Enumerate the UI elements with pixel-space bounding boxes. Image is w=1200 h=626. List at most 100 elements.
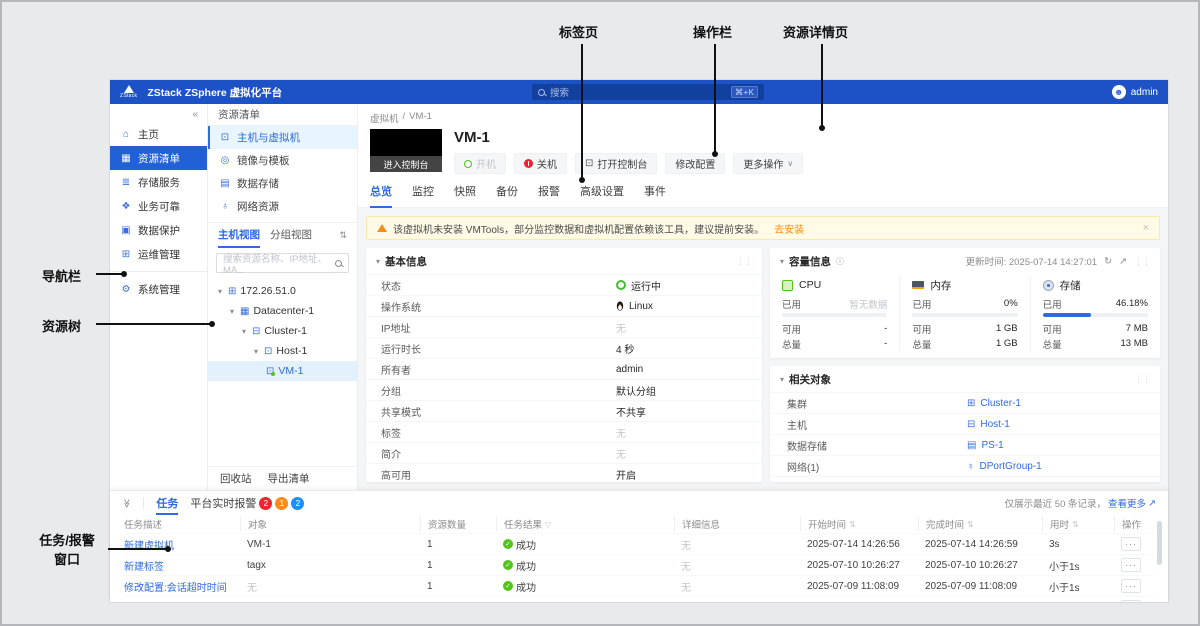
tab-overview[interactable]: 总览 [370, 183, 392, 208]
datastore-link[interactable]: PS-1 [981, 440, 1003, 451]
tab-platform-alarms[interactable]: 平台实时报警 2 1 2 [190, 495, 304, 511]
task-duration: 小于1s [1042, 558, 1114, 573]
drag-handle-icon[interactable]: ⋮⋮ [1134, 374, 1150, 385]
sidebar-item-storage[interactable]: ≣存储服务 [110, 170, 207, 194]
close-icon[interactable]: × [1143, 222, 1149, 234]
sidebar-item-system[interactable]: ⚙系统管理 [110, 277, 207, 301]
user-menu[interactable]: ☻ admin [1112, 85, 1158, 99]
enter-console-button[interactable]: 进入控制台 [370, 156, 442, 172]
tab-advanced[interactable]: 高级设置 [580, 183, 624, 207]
cluster-link[interactable]: Cluster-1 [980, 398, 1021, 409]
sort-icon[interactable]: ⇅ [1072, 520, 1079, 529]
drag-handle-icon[interactable]: ⋮⋮ [736, 256, 752, 267]
collapse-caret-icon[interactable]: ▾ [780, 375, 784, 384]
card-title: 相关对象 [789, 372, 831, 387]
export-list-link[interactable]: 导出清单 [268, 471, 310, 486]
col-object: 对象 [240, 517, 420, 531]
tree-node-cluster[interactable]: ▾⊟Cluster-1 [208, 321, 357, 341]
collapse-caret-icon[interactable]: ▾ [780, 257, 784, 266]
annotation-tab-page: 标签页 [559, 22, 598, 41]
power-on-button[interactable]: 开机 [454, 153, 506, 174]
resource-panel-footer: 回收站 导出清单 [208, 466, 357, 490]
sidebar-item-resources[interactable]: ▦资源清单 [110, 146, 207, 170]
scrollbar[interactable] [1157, 521, 1162, 565]
tab-alarm[interactable]: 报警 [538, 183, 560, 207]
username: admin [1131, 87, 1158, 98]
col-detail: 详细信息 [674, 517, 800, 531]
datacenter-icon: ▦ [240, 306, 249, 317]
tree-node-vm[interactable]: ⊡VM-1 [208, 361, 357, 381]
tab-host-view[interactable]: 主机视图 [218, 223, 260, 248]
capacity-cpu: CPU 已用暂无数据 可用- 总量- [770, 276, 899, 351]
tree-search-input[interactable]: 搜索资源名称、IP地址、MA... [216, 253, 349, 273]
metric-name: CPU [799, 279, 821, 291]
resource-item-datastore[interactable]: ▤数据存储 [208, 172, 357, 195]
tab-snapshot[interactable]: 快照 [454, 183, 476, 207]
vm-header: 进入控制台 VM-1 开机 关机 ⊡打开控制台 修改配置 更多操作∨ [358, 129, 1168, 174]
info-row: 状态运行中 [366, 274, 762, 295]
recycle-bin-link[interactable]: 回收站 [220, 471, 252, 486]
sidebar-collapse-button[interactable]: « [110, 106, 207, 122]
capacity-card: ▾ 容量信息 ⓘ 更新时间: 2025-07-14 14:27:01 ↻ ↗ ⋮… [770, 248, 1160, 358]
breadcrumb-parent[interactable]: 虚拟机 [370, 111, 399, 125]
resource-item-images[interactable]: ◎镜像与模板 [208, 149, 357, 172]
tab-events[interactable]: 事件 [644, 183, 666, 207]
resource-item-label: 镜像与模板 [237, 153, 290, 168]
tree-expand-icon[interactable]: ▾ [240, 327, 248, 336]
tree-expand-icon[interactable]: ▾ [252, 347, 260, 356]
status-text: 运行中 [631, 278, 661, 293]
tree-node-host[interactable]: ▾⊡Host-1 [208, 341, 357, 361]
external-link-icon[interactable]: ↗ [1148, 498, 1156, 509]
tree-expand-icon[interactable]: ▾ [216, 287, 224, 296]
task-desc-link[interactable]: 修改配置:会话超时时间 [124, 579, 240, 594]
filter-icon[interactable]: ▽ [545, 520, 551, 529]
sort-icon[interactable]: ⇅ [967, 520, 974, 529]
row-more-button[interactable]: ··· [1121, 537, 1141, 551]
sidebar-item-data-protect[interactable]: ▣数据保护 [110, 218, 207, 242]
tree-expand-icon[interactable]: ▾ [228, 307, 236, 316]
task-detail: 无 [674, 537, 800, 552]
sidebar-item-business[interactable]: ❖业务可靠 [110, 194, 207, 218]
task-desc-link[interactable]: 新建标签 [124, 558, 240, 573]
sidebar-item-home[interactable]: ⌂主页 [110, 122, 207, 146]
search-shortcut-badge: ⌘+K [731, 86, 758, 98]
resource-item-hosts-vms[interactable]: ⊡主机与虚拟机 [208, 126, 357, 149]
network-link[interactable]: DPortGroup-1 [980, 461, 1042, 472]
drag-handle-icon[interactable]: ⋮⋮ [1134, 256, 1150, 267]
sidebar-item-ops[interactable]: ⊞运维管理 [110, 242, 207, 266]
more-actions-button[interactable]: 更多操作∨ [733, 153, 803, 174]
tab-monitoring[interactable]: 监控 [412, 183, 434, 207]
sort-icon[interactable]: ⇅ [849, 520, 856, 529]
annotation-text: 任务/报警 [28, 532, 106, 551]
tree-node-datacenter[interactable]: ▾▦Datacenter-1 [208, 301, 357, 321]
zsphere-window: ZStack ZStack ZSphere 虚拟化平台 搜索 ⌘+K ☻ adm… [110, 80, 1168, 602]
task-count: 1 [420, 560, 496, 571]
host-link[interactable]: Host-1 [980, 419, 1009, 430]
row-more-button[interactable]: ··· [1121, 558, 1141, 572]
used-value: 46.18% [1116, 298, 1148, 309]
tree-node-vcenter[interactable]: ▾⊞172.26.51.0 [208, 281, 357, 301]
info-alarm-badge: 2 [291, 497, 304, 510]
open-console-button[interactable]: ⊡打开控制台 [575, 153, 657, 174]
refresh-icon[interactable]: ↻ [1104, 256, 1112, 267]
task-desc-link[interactable]: 添加vCenter [124, 600, 240, 603]
memory-icon [912, 281, 924, 289]
resource-item-network[interactable]: ♁网络资源 [208, 195, 357, 218]
task-object: 无 [240, 579, 420, 594]
power-off-button[interactable]: 关机 [514, 153, 567, 174]
info-value: 无 [616, 320, 626, 335]
collapse-caret-icon[interactable]: ▾ [376, 257, 380, 266]
row-more-button[interactable]: ··· [1121, 600, 1141, 602]
panel-collapse-icon[interactable]: ≫ [121, 498, 132, 507]
global-search-input[interactable]: 搜索 ⌘+K [532, 84, 764, 100]
annotation-resource-tree: 资源树 [42, 316, 81, 335]
row-more-button[interactable]: ··· [1121, 579, 1141, 593]
view-config-icon[interactable]: ⇅ [339, 230, 347, 241]
expand-icon[interactable]: ↗ [1119, 256, 1127, 267]
view-more-link[interactable]: 查看更多 [1108, 496, 1146, 510]
tab-tasks[interactable]: 任务 [156, 491, 178, 515]
console-thumbnail[interactable]: 进入控制台 [370, 129, 442, 172]
tab-group-view[interactable]: 分组视图 [270, 223, 312, 248]
install-vmtools-link[interactable]: 去安装 [774, 221, 804, 236]
tab-backup[interactable]: 备份 [496, 183, 518, 207]
